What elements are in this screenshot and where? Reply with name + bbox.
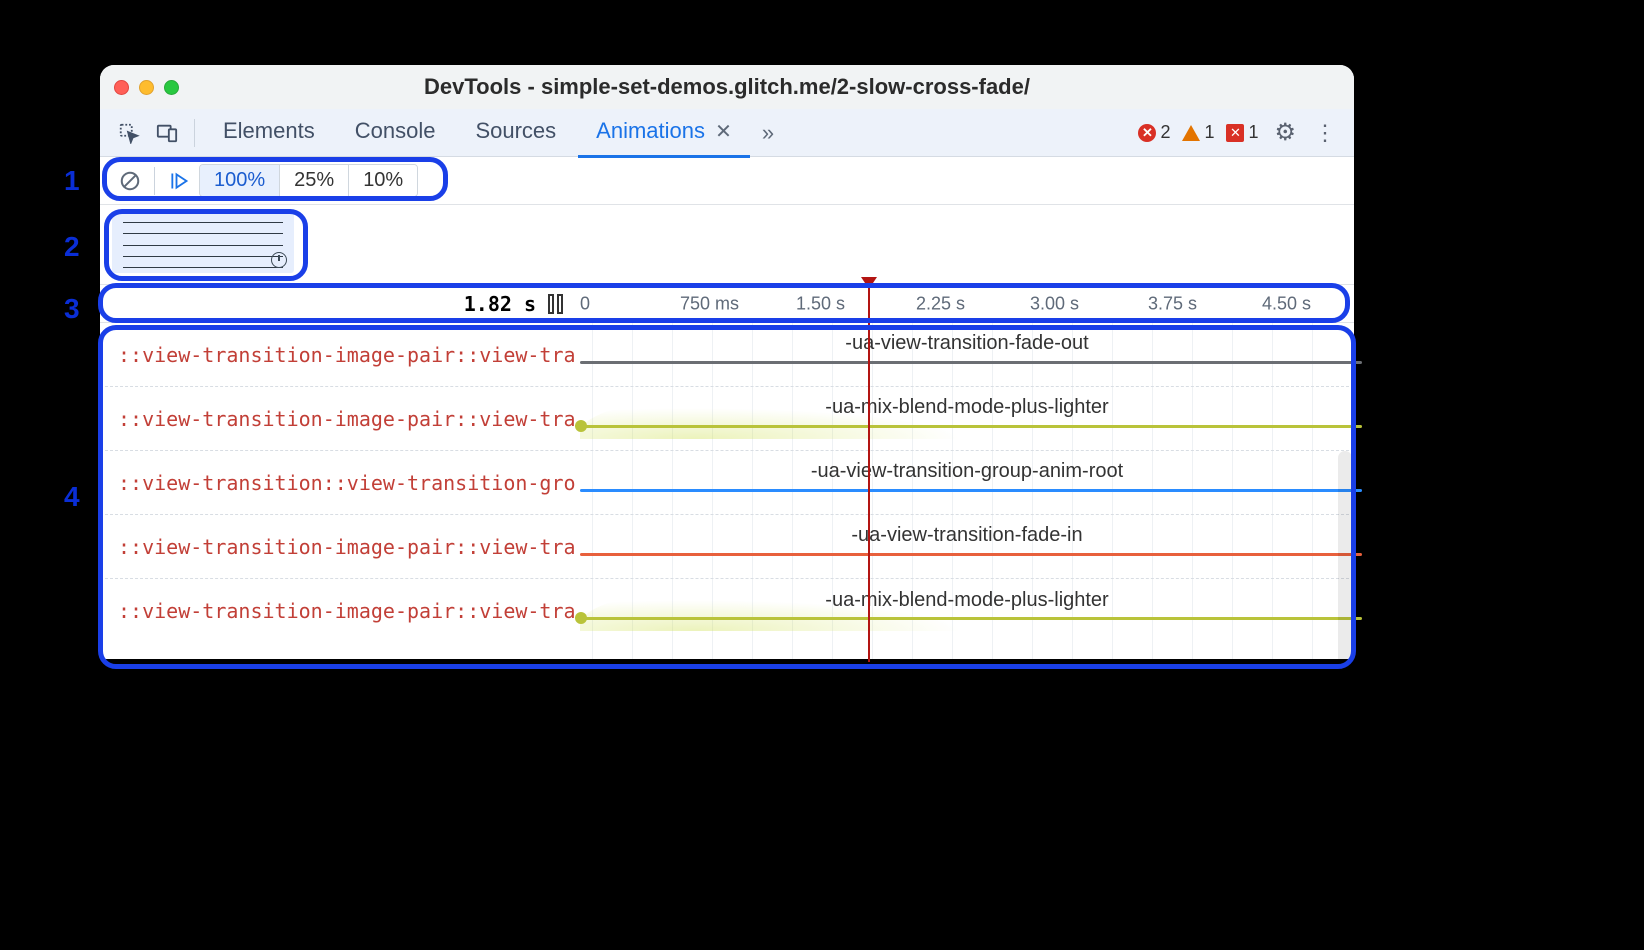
issues-badge[interactable]: ✕ 1 xyxy=(1222,122,1262,143)
animation-bar[interactable] xyxy=(580,617,1362,620)
track-animation-name: -ua-mix-blend-mode-plus-lighter xyxy=(580,396,1354,419)
warning-icon xyxy=(1182,125,1200,141)
track-selector-label[interactable]: ::view-transition-image-pair::view-tra xyxy=(100,599,580,623)
time-ruler-left: 1.82 s xyxy=(100,292,580,316)
minimize-window-button[interactable] xyxy=(139,80,154,95)
tick-3.0: 3.00 s xyxy=(1030,293,1079,314)
annotation-label-4: 4 xyxy=(64,481,80,513)
close-tab-icon[interactable]: ✕ xyxy=(715,121,732,143)
window-title: DevTools - simple-set-demos.glitch.me/2-… xyxy=(100,74,1354,100)
close-window-button[interactable] xyxy=(114,80,129,95)
more-tabs-icon[interactable]: » xyxy=(754,120,782,146)
track-selector-label[interactable]: ::view-transition-image-pair::view-tra xyxy=(100,407,580,431)
animation-bar[interactable] xyxy=(580,489,1362,492)
animation-track[interactable]: ::view-transition-image-pair::view-tra-u… xyxy=(100,387,1354,451)
tab-console[interactable]: Console xyxy=(337,108,454,158)
track-selector-label[interactable]: ::view-transition-image-pair::view-tra xyxy=(100,535,580,559)
animation-track[interactable]: ::view-transition-image-pair::view-tra-u… xyxy=(100,579,1354,643)
track-lane[interactable]: -ua-view-transition-fade-in xyxy=(580,515,1354,578)
track-animation-name: -ua-mix-blend-mode-plus-lighter xyxy=(580,589,1354,612)
settings-gear-icon[interactable]: ⚙ xyxy=(1266,118,1304,147)
track-animation-name: -ua-view-transition-group-anim-root xyxy=(580,460,1354,483)
clock-icon xyxy=(271,252,287,268)
warnings-count: 1 xyxy=(1204,122,1214,143)
speed-100-button[interactable]: 100% xyxy=(200,165,280,196)
animation-track[interactable]: ::view-transition-image-pair::view-tra-u… xyxy=(100,515,1354,579)
tick-1.5: 1.50 s xyxy=(796,293,845,314)
titlebar: DevTools - simple-set-demos.glitch.me/2-… xyxy=(100,65,1354,109)
speed-group: 100% 25% 10% xyxy=(199,164,418,197)
issues-count: 1 xyxy=(1248,122,1258,143)
clear-icon[interactable] xyxy=(112,163,148,199)
annotation-label-2: 2 xyxy=(64,231,80,263)
inspect-icon[interactable] xyxy=(112,116,146,150)
divider xyxy=(154,167,155,195)
annotation-label-1: 1 xyxy=(64,165,80,197)
play-pause-icon[interactable] xyxy=(161,163,197,199)
devtools-window: DevTools - simple-set-demos.glitch.me/2-… xyxy=(100,65,1354,659)
time-ruler[interactable]: 1.82 s 0 750 ms 1.50 s 2.25 s 3.00 s 3.7… xyxy=(100,285,1354,323)
issue-icon: ✕ xyxy=(1226,124,1244,142)
tab-elements[interactable]: Elements xyxy=(205,108,333,158)
animation-track[interactable]: ::view-transition-image-pair::view-tra-u… xyxy=(100,323,1354,387)
speed-25-button[interactable]: 25% xyxy=(280,165,349,196)
animation-buffer-row xyxy=(100,205,1354,285)
track-lane[interactable]: -ua-mix-blend-mode-plus-lighter xyxy=(580,579,1354,643)
animation-group-thumbnail[interactable] xyxy=(112,213,294,273)
track-animation-name: -ua-view-transition-fade-in xyxy=(580,524,1354,547)
tabstrip-right: ✕ 2 1 ✕ 1 ⚙ ⋮ xyxy=(1134,118,1342,147)
time-scale[interactable]: 0 750 ms 1.50 s 2.25 s 3.00 s 3.75 s 4.5… xyxy=(580,285,1354,322)
tick-0: 0 xyxy=(580,293,590,314)
playhead[interactable] xyxy=(868,279,870,662)
tab-sources[interactable]: Sources xyxy=(457,108,574,158)
tab-animations[interactable]: Animations ✕ xyxy=(578,108,750,158)
animation-track[interactable]: ::view-transition::view-transition-gro-u… xyxy=(100,451,1354,515)
tick-4.5: 4.50 s xyxy=(1262,293,1311,314)
device-toggle-icon[interactable] xyxy=(150,116,184,150)
current-time: 1.82 s xyxy=(464,292,536,316)
tabstrip: Elements Console Sources Animations ✕ » … xyxy=(100,109,1354,157)
track-lane[interactable]: -ua-view-transition-group-anim-root xyxy=(580,451,1354,514)
track-lane[interactable]: -ua-view-transition-fade-out xyxy=(580,323,1354,386)
speed-10-button[interactable]: 10% xyxy=(349,165,417,196)
animation-bar[interactable] xyxy=(580,553,1362,556)
animation-bar[interactable] xyxy=(580,361,1362,364)
tick-750: 750 ms xyxy=(680,293,739,314)
warnings-badge[interactable]: 1 xyxy=(1178,122,1218,143)
zoom-window-button[interactable] xyxy=(164,80,179,95)
animation-bar[interactable] xyxy=(580,425,1362,428)
track-selector-label[interactable]: ::view-transition-image-pair::view-tra xyxy=(100,343,580,367)
animation-tracks: ::view-transition-image-pair::view-tra-u… xyxy=(100,323,1354,659)
traffic-lights xyxy=(114,80,179,95)
track-selector-label[interactable]: ::view-transition::view-transition-gro xyxy=(100,471,580,495)
tab-label: Animations xyxy=(596,118,705,143)
error-icon: ✕ xyxy=(1138,124,1156,142)
track-lane[interactable]: -ua-mix-blend-mode-plus-lighter xyxy=(580,387,1354,450)
errors-count: 2 xyxy=(1160,122,1170,143)
errors-badge[interactable]: ✕ 2 xyxy=(1134,122,1174,143)
annotation-label-3: 3 xyxy=(64,293,80,325)
pause-icon[interactable] xyxy=(548,294,568,314)
more-menu-icon[interactable]: ⋮ xyxy=(1308,120,1342,146)
tick-2.25: 2.25 s xyxy=(916,293,965,314)
tick-3.75: 3.75 s xyxy=(1148,293,1197,314)
animations-toolbar: 100% 25% 10% xyxy=(100,157,1354,205)
divider xyxy=(194,119,195,147)
track-animation-name: -ua-view-transition-fade-out xyxy=(580,332,1354,355)
